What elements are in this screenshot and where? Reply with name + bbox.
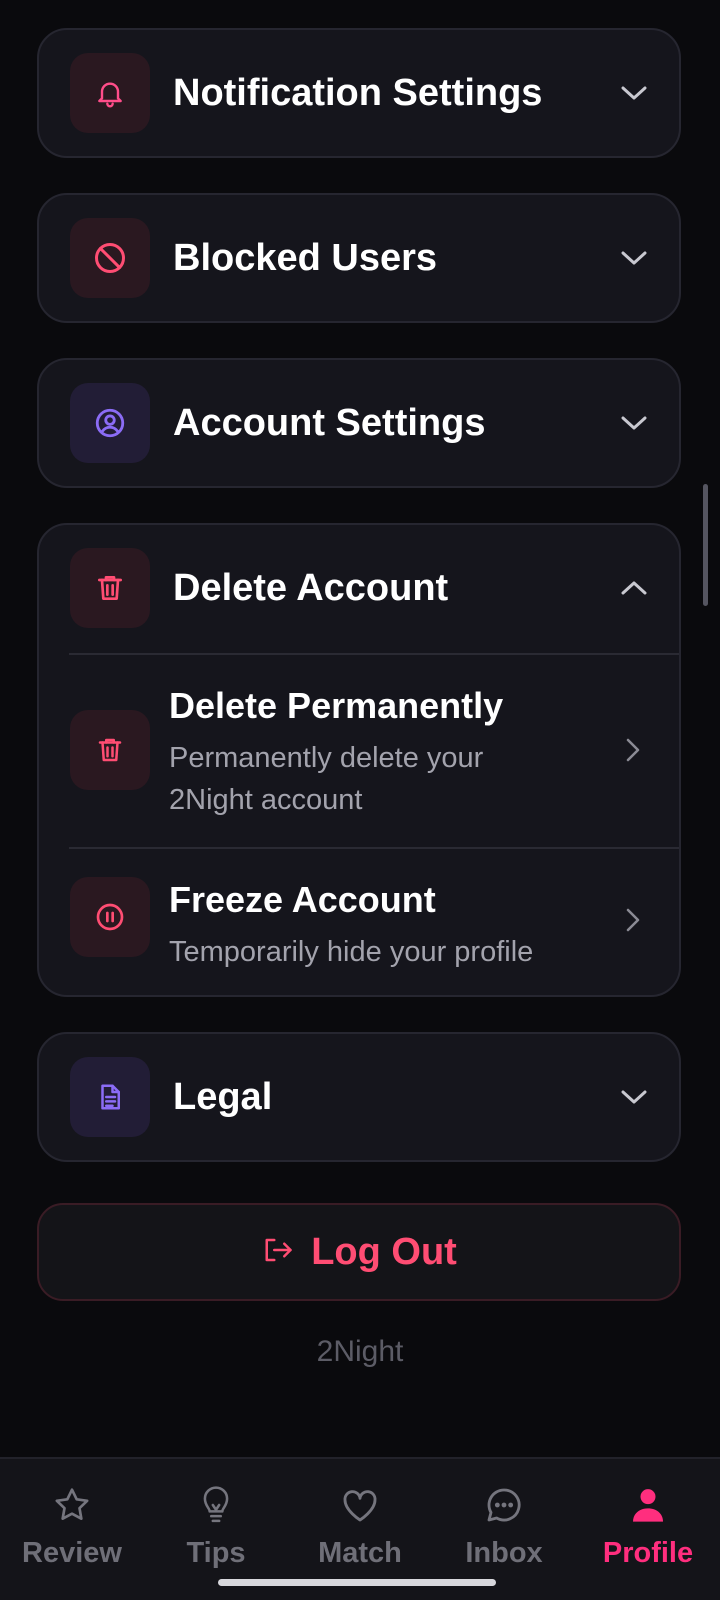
delete-account-header[interactable]: Delete Account <box>39 525 679 651</box>
chevron-down-icon <box>619 78 649 108</box>
trash-icon <box>70 548 150 628</box>
chat-icon <box>482 1483 526 1527</box>
lightbulb-icon <box>194 1483 238 1527</box>
freeze-account-description: Temporarily hide your profile <box>169 936 534 968</box>
legal-card[interactable]: Legal <box>37 1032 681 1162</box>
chevron-down-icon <box>619 243 649 273</box>
logout-label: Log Out <box>311 1230 457 1273</box>
nav-label-profile: Profile <box>602 1537 694 1569</box>
delete-account-title: Delete Account <box>173 567 449 609</box>
nav-item-match[interactable]: Match <box>288 1459 432 1579</box>
profile-settings-screen: Notification Settings Blocked Users Acco… <box>0 0 720 1600</box>
account-settings-header[interactable]: Account Settings <box>39 360 679 486</box>
document-icon <box>70 1057 150 1137</box>
freeze-account-item[interactable]: Freeze Account Temporarily hide your pro… <box>39 849 679 995</box>
chevron-right-icon <box>621 735 645 765</box>
chevron-down-icon <box>619 408 649 438</box>
delete-permanently-item[interactable]: Delete Permanently Permanently delete yo… <box>39 655 679 845</box>
chevron-up-icon <box>619 573 649 603</box>
delete-permanently-description: Permanently delete your 2Night account <box>169 742 484 816</box>
account-settings-title: Account Settings <box>173 402 486 444</box>
notification-settings-title: Notification Settings <box>173 72 543 114</box>
blocked-users-card[interactable]: Blocked Users <box>37 193 681 323</box>
blocked-users-title: Blocked Users <box>173 237 438 279</box>
nav-item-profile[interactable]: Profile <box>576 1459 720 1579</box>
nav-label-inbox: Inbox <box>465 1537 543 1569</box>
block-icon <box>70 218 150 298</box>
chevron-down-icon <box>619 1082 649 1112</box>
delete-permanently-title: Delete Permanently <box>169 685 504 726</box>
legal-title: Legal <box>173 1076 273 1118</box>
heart-icon <box>338 1483 382 1527</box>
nav-label-tips: Tips <box>186 1537 246 1569</box>
delete-account-card: Delete Account Delete Permanently Perman… <box>37 523 681 997</box>
user-circle-icon <box>70 383 150 463</box>
blocked-users-header[interactable]: Blocked Users <box>39 195 679 321</box>
nav-item-tips[interactable]: Tips <box>144 1459 288 1579</box>
nav-label-review: Review <box>22 1537 122 1569</box>
bell-icon <box>70 53 150 133</box>
nav-item-review[interactable]: Review <box>0 1459 144 1579</box>
logout-button[interactable]: Log Out <box>37 1203 681 1301</box>
notification-settings-header[interactable]: Notification Settings <box>39 30 679 156</box>
home-indicator <box>218 1579 496 1586</box>
notification-settings-card[interactable]: Notification Settings <box>37 28 681 158</box>
logout-icon <box>261 1235 295 1270</box>
star-icon <box>50 1483 94 1527</box>
chevron-right-icon <box>621 905 645 935</box>
nav-item-inbox[interactable]: Inbox <box>432 1459 576 1579</box>
legal-header[interactable]: Legal <box>39 1034 679 1160</box>
freeze-account-title: Freeze Account <box>169 879 436 920</box>
account-settings-card[interactable]: Account Settings <box>37 358 681 488</box>
brand-footer: 2Night <box>316 1335 404 1368</box>
trash-icon <box>70 710 150 790</box>
pause-circle-icon <box>70 877 150 957</box>
person-icon <box>626 1483 670 1527</box>
scrollbar[interactable] <box>703 484 708 606</box>
nav-label-match: Match <box>318 1537 402 1569</box>
